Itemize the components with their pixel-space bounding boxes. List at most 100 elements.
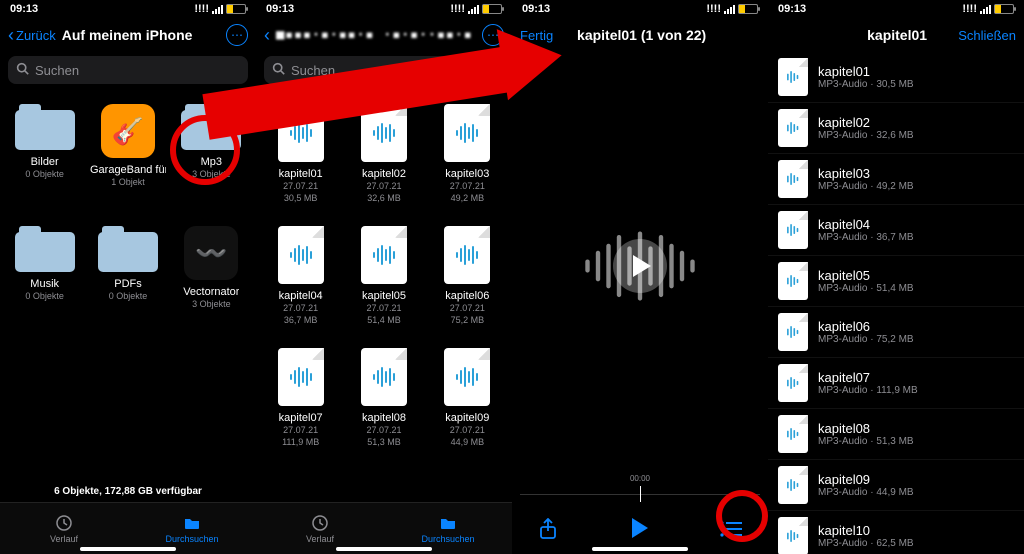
item-size: 51,4 MB [367,315,401,326]
play-overlay-icon [613,239,667,293]
status-time: 09:13 [10,3,38,15]
nav-bar: ‹ ■▪▪▪·▪·▪▪·▪ ·▪·▪··▪▪·▪ ⋯ [256,18,512,52]
row-name: kapitel08 [818,421,914,436]
home-indicator[interactable] [592,547,688,551]
back-button[interactable]: ‹ [264,26,270,44]
carrier-text: !!!! [706,3,721,15]
status-time: 09:13 [778,3,806,15]
search-field[interactable]: Suchen [264,56,504,84]
battery-icon [226,4,246,14]
audio-artwork[interactable] [570,221,710,311]
folder-icon [439,514,457,532]
nav-bar: Fertig kapitel01 (1 von 22) [512,18,768,52]
audio-file-icon [778,160,808,198]
grid-item[interactable]: kapitel05 27.07.21 51,4 MB [343,218,424,338]
chevron-left-icon: ‹ [264,26,270,44]
search-field[interactable]: Suchen [8,56,248,84]
grid-item[interactable]: kapitel08 27.07.21 51,3 MB [343,340,424,460]
files-pane-folders: 09:13 !!!! ‹ Zurück Auf meinem iPhone ⋯ … [0,0,256,554]
item-size: 51,3 MB [367,437,401,448]
playlist-button[interactable] [720,521,742,542]
list-item[interactable]: kapitel08 MP3-Audio · 51,3 MB [768,409,1024,460]
home-indicator[interactable] [80,547,176,551]
audio-file-icon [361,226,407,284]
list-item[interactable]: kapitel01 MP3-Audio · 30,5 MB [768,52,1024,103]
row-meta: MP3-Audio · 30,5 MB [818,79,914,90]
status-bar: 09:13 !!!! [0,0,256,18]
item-name: kapitel07 [279,412,323,424]
list-item[interactable]: kapitel07 MP3-Audio · 111,9 MB [768,358,1024,409]
grid-item[interactable]: kapitel09 27.07.21 44,9 MB [427,340,508,460]
item-size: 32,6 MB [367,193,401,204]
row-meta: MP3-Audio · 51,4 MB [818,283,914,294]
grid-item[interactable]: Mp3 3 Objekte [171,96,252,216]
grid-item[interactable]: 🎸 GarageBand für iOS 1 Objekt [87,96,168,216]
more-button[interactable]: ⋯ [226,24,248,46]
audio-file-icon [444,226,490,284]
player-pane: 09:13 !!!! Fertig kapitel01 (1 von 22) [512,0,768,554]
item-meta: 0 Objekte [25,169,64,180]
row-name: kapitel03 [818,166,914,181]
row-name: kapitel10 [818,523,914,538]
item-name: kapitel01 [279,168,323,180]
item-size: 49,2 MB [451,193,485,204]
item-size: 44,9 MB [451,437,485,448]
grid-item[interactable]: kapitel04 27.07.21 36,7 MB [260,218,341,338]
audio-file-icon [778,262,808,300]
more-button[interactable]: ⋯ [482,24,504,46]
folder-icon [98,226,158,272]
files-pane-mp3: 09:13 !!!! ‹ ■▪▪▪·▪·▪▪·▪ ·▪·▪··▪▪·▪ ⋯ Su… [256,0,512,554]
audio-file-icon [278,226,324,284]
item-name: Bilder [31,156,59,168]
item-size: 30,5 MB [284,193,318,204]
list-item[interactable]: kapitel04 MP3-Audio · 36,7 MB [768,205,1024,256]
back-button[interactable]: ‹ Zurück [8,26,56,44]
item-date: 27.07.21 [283,181,318,192]
play-button[interactable] [630,518,648,544]
grid-item[interactable]: kapitel03 27.07.21 49,2 MB [427,96,508,216]
item-meta: 3 Objekte [192,299,231,310]
scrubber[interactable]: 00:00 [512,480,768,508]
grid-item[interactable]: 〰️ Vectornator 3 Objekte [171,218,252,338]
item-size: 36,7 MB [284,315,318,326]
list-item[interactable]: kapitel06 MP3-Audio · 75,2 MB [768,307,1024,358]
home-indicator[interactable] [336,547,432,551]
done-button[interactable]: Fertig [520,28,553,43]
item-date: 27.07.21 [450,181,485,192]
list-item[interactable]: kapitel09 MP3-Audio · 44,9 MB [768,460,1024,511]
grid-item[interactable]: kapitel01 27.07.21 30,5 MB [260,96,341,216]
item-date: 27.07.21 [450,425,485,436]
grid-item[interactable]: Bilder 0 Objekte [4,96,85,216]
close-button[interactable]: Schließen [958,28,1016,43]
carrier-text: !!!! [194,3,209,15]
grid-item[interactable]: Musik 0 Objekte [4,218,85,338]
signal-icon [468,5,479,14]
item-meta: 3 Objekte [192,169,231,180]
list-item[interactable]: kapitel03 MP3-Audio · 49,2 MB [768,154,1024,205]
list-item[interactable]: kapitel10 MP3-Audio · 62,5 MB [768,511,1024,554]
grid-item[interactable]: kapitel07 27.07.21 111,9 MB [260,340,341,460]
item-date: 27.07.21 [366,425,401,436]
carrier-text: !!!! [962,3,977,15]
playlist-pane: 09:13 !!!! kapitel01 Schließen kapitel01… [768,0,1024,554]
battery-icon [482,4,502,14]
garageband-icon: 🎸 [101,104,155,158]
list-item[interactable]: kapitel05 MP3-Audio · 51,4 MB [768,256,1024,307]
search-placeholder: Suchen [35,63,79,78]
grid-item[interactable]: kapitel06 27.07.21 75,2 MB [427,218,508,338]
player-body [512,52,768,480]
item-name: Mp3 [201,156,222,168]
folder-icon [15,104,75,150]
playlist-rows: kapitel01 MP3-Audio · 30,5 MB kapitel02 … [768,52,1024,554]
share-button[interactable] [538,518,558,545]
status-time: 09:13 [522,3,550,15]
search-icon [16,62,29,78]
folder-grid: Bilder 0 Objekte🎸 GarageBand für iOS 1 O… [0,92,256,482]
grid-item[interactable]: kapitel02 27.07.21 32,6 MB [343,96,424,216]
row-meta: MP3-Audio · 44,9 MB [818,487,914,498]
list-item[interactable]: kapitel02 MP3-Audio · 32,6 MB [768,103,1024,154]
grid-item[interactable]: PDFs 0 Objekte [87,218,168,338]
back-label: Zurück [16,28,56,43]
row-name: kapitel07 [818,370,918,385]
row-meta: MP3-Audio · 32,6 MB [818,130,914,141]
